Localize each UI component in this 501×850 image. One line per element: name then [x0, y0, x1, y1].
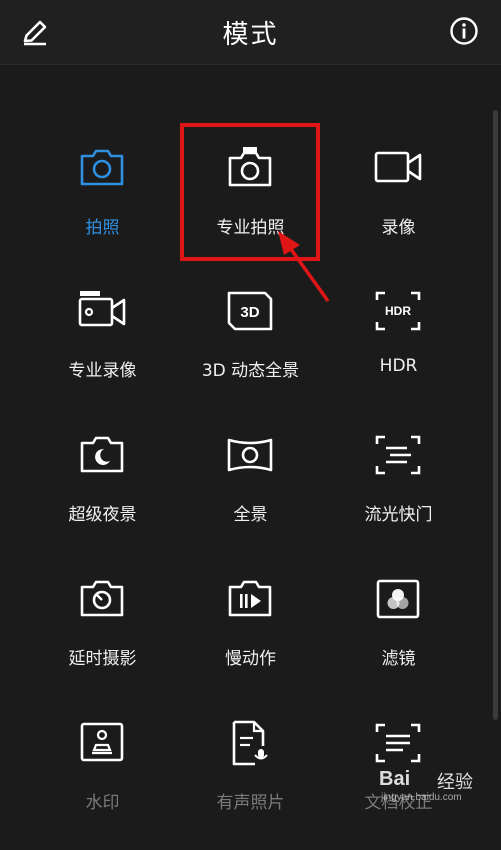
mode-label: 延时摄影	[68, 649, 137, 669]
slow-motion-icon	[228, 580, 272, 617]
mode-label: 流光快门	[364, 505, 433, 525]
pro-video-icon	[78, 291, 126, 327]
mode-light-painting[interactable]: 流光快门	[315, 432, 482, 562]
filter-icon	[376, 579, 420, 619]
3d-panorama-icon: 3D	[227, 291, 273, 331]
hdr-icon-text: HDR	[385, 304, 411, 318]
panorama-icon	[227, 438, 273, 472]
mode-audio-photo[interactable]: 有声照片	[167, 720, 334, 850]
camera-icon	[80, 149, 124, 186]
mode-grid: 拍照 专业拍照 录像 专业录像 3D 3D 动态全景 HDR HDR 超级夜景 …	[0, 0, 501, 813]
hdr-icon: HDR	[375, 291, 421, 331]
mode-hdr[interactable]: HDR HDR	[315, 288, 482, 418]
watermark-url: jingyan.baidu.com	[381, 792, 462, 803]
video-camera-icon	[374, 151, 422, 183]
mode-super-night[interactable]: 超级夜景	[19, 432, 186, 562]
mode-slow-motion[interactable]: 慢动作	[167, 576, 334, 706]
watermark-icon	[80, 722, 124, 762]
mode-label: 水印	[85, 793, 120, 813]
mode-watermark[interactable]: 水印	[19, 720, 186, 850]
watermark-cn: 经验	[437, 772, 473, 793]
mode-label: 慢动作	[225, 649, 276, 669]
mode-time-lapse[interactable]: 延时摄影	[19, 576, 186, 706]
audio-photo-icon	[232, 720, 268, 766]
mode-label: HDR	[379, 356, 418, 376]
mode-label: 录像	[381, 218, 416, 238]
time-lapse-icon	[80, 580, 124, 617]
watermark-brand: Bai	[379, 768, 411, 790]
mode-photo[interactable]: 拍照	[19, 145, 186, 275]
light-painting-icon	[375, 435, 421, 475]
mode-label: 拍照	[85, 218, 120, 238]
mode-video[interactable]: 录像	[315, 145, 482, 275]
scrollbar[interactable]	[493, 110, 498, 720]
mode-pro-video[interactable]: 专业录像	[19, 288, 186, 418]
night-mode-icon	[80, 436, 124, 473]
mode-label: 超级夜景	[68, 505, 137, 525]
mode-filter[interactable]: 滤镜	[315, 576, 482, 706]
mode-label: 3D 动态全景	[201, 361, 300, 381]
mode-label: 有声照片	[216, 793, 285, 813]
mode-label: 专业录像	[68, 361, 137, 381]
mode-label: 全景	[233, 505, 268, 525]
3d-icon-text: 3D	[240, 304, 259, 321]
annotation-arrow	[278, 231, 330, 303]
mode-label: 滤镜	[381, 649, 416, 669]
baidu-watermark: Bai 经验 jingyan.baidu.com	[371, 758, 491, 808]
mode-panorama[interactable]: 全景	[167, 432, 334, 562]
